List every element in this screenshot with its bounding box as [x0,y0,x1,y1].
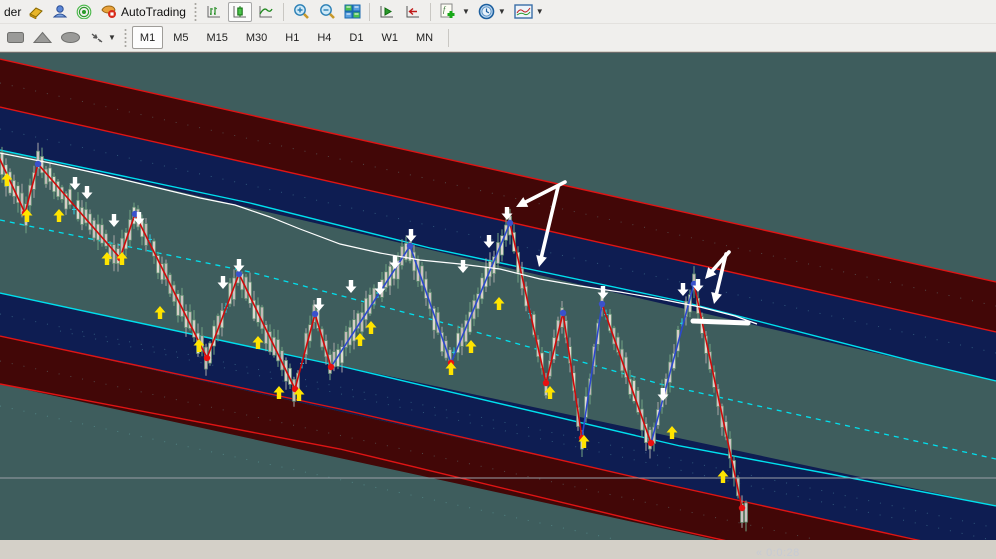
arrows-tool-button[interactable]: ▼ [86,28,119,48]
tf-button-h1[interactable]: H1 [277,26,307,49]
autotrading-button[interactable]: AutoTrading [97,2,189,22]
shape-ellipse-button[interactable] [57,28,84,48]
annotation-thick-line [690,318,751,326]
candlestick-chart-button[interactable] [227,1,252,22]
new-order-label: der [4,4,22,19]
toolbar-grip [192,1,198,22]
toolbar-separator [368,2,370,21]
timeframe-toolbar: ▼ M1 M5 M15 M30 H1 H4 D1 W1 MN [0,24,996,51]
toolbar-separator [282,2,284,21]
price-chart-canvas[interactable]: « 0:0:28 [0,52,996,559]
toolbar-separator [429,2,431,21]
autotrading-robot-icon [100,4,117,19]
autotrading-label: AutoTrading [121,4,186,19]
tf-button-m5[interactable]: M5 [165,26,196,49]
auto-scroll-icon [404,4,422,20]
arrows-tool-icon [89,31,105,45]
zoom-in-button[interactable] [289,2,313,22]
toolbar-grip [122,27,128,48]
chevron-down-icon: ▼ [108,33,116,42]
tf-button-h4[interactable]: H4 [309,26,339,49]
tf-button-m1[interactable]: M1 [131,26,164,49]
line-chart-icon [257,4,275,20]
line-chart-button[interactable] [254,2,278,22]
toolbar-separator [448,28,450,47]
periods-button[interactable]: ▼ [475,2,509,22]
shape-triangle-icon [33,31,52,44]
gold-box-icon [28,5,44,19]
bar-chart-icon [205,4,223,20]
publisher-button[interactable] [49,2,71,22]
shape-triangle-button[interactable] [30,28,55,48]
chevron-down-icon: ▼ [497,7,506,16]
tile-windows-button[interactable] [341,2,364,22]
zoom-in-icon [292,3,310,20]
indicators-button[interactable]: f ▼ [436,2,473,22]
signal-broadcast-icon [76,4,92,19]
bar-chart-button[interactable] [202,2,226,22]
tile-windows-icon [344,4,361,19]
candlestick-chart-icon [231,4,249,20]
signal-button[interactable] [73,2,95,22]
chevron-down-icon: ▼ [461,7,470,16]
candle-countdown-timer: « 0:0:28 [756,547,800,559]
new-order-button[interactable]: der [1,2,23,22]
tf-button-w1[interactable]: W1 [373,26,406,49]
chart-svg [0,53,996,559]
gold-box-button[interactable] [25,2,47,22]
auto-scroll-button[interactable] [401,2,425,22]
periods-clock-icon [478,3,495,20]
indicators-add-icon: f [439,3,459,20]
publisher-icon [52,4,68,19]
chart-shift-button[interactable] [375,2,399,22]
zoom-out-button[interactable] [315,2,339,22]
zoom-out-icon [318,3,336,20]
main-toolbar: der AutoTrading f ▼ ▼ ▼ [0,0,996,24]
tf-button-d1[interactable]: D1 [341,26,371,49]
metatrader-window: { "toolbar": { "order_fragment": "der", … [0,0,996,559]
tf-button-m30[interactable]: M30 [238,26,275,49]
template-chart-icon [514,4,533,19]
chart-shift-icon [378,4,396,20]
shape-rectangle-button[interactable] [3,28,28,48]
tf-button-m15[interactable]: M15 [198,26,235,49]
tf-button-mn[interactable]: MN [408,26,441,49]
shape-rectangle-icon [6,31,25,44]
chevron-down-icon: ▼ [535,7,544,16]
template-button[interactable]: ▼ [511,2,547,22]
shape-ellipse-icon [60,31,81,44]
timeframe-bar: M1 M5 M15 M30 H1 H4 D1 W1 MN [131,26,442,49]
